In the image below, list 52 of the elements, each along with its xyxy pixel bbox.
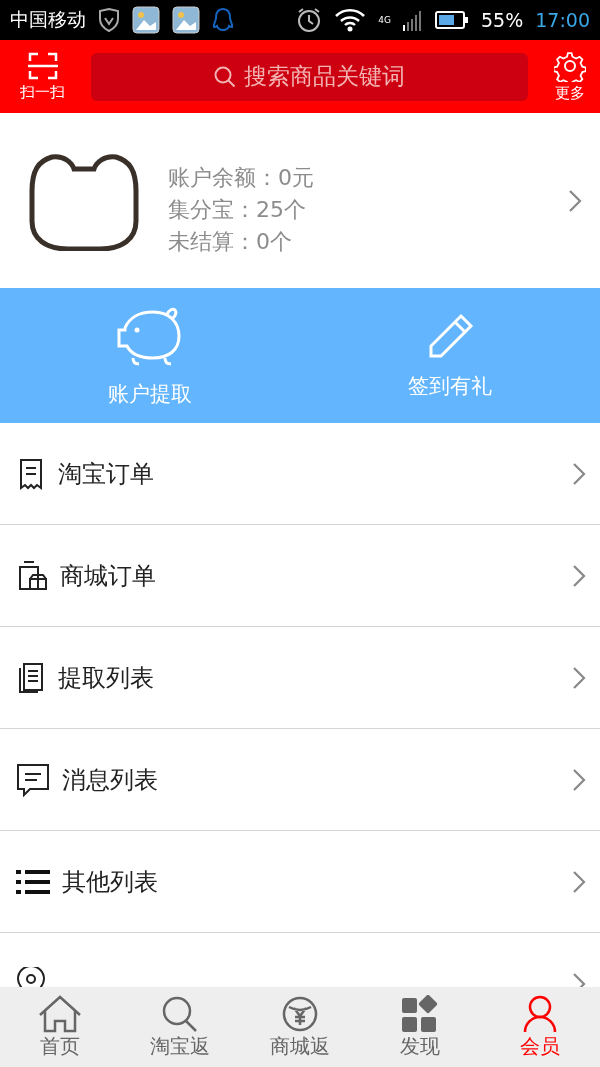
menu-label: 提取列表	[58, 662, 155, 694]
menu-item[interactable]: 商城订单	[0, 525, 600, 627]
chevron-right-icon	[572, 461, 586, 486]
search-field[interactable]: 搜索商品关键词	[91, 52, 528, 101]
search-icon	[214, 65, 236, 88]
menu-label: 其他列表	[62, 866, 159, 898]
document-list-icon	[16, 661, 46, 694]
nav-tab[interactable]: 首页	[0, 987, 120, 1067]
menu-item[interactable]: 提取列表	[0, 627, 600, 729]
menu-label: 淘宝订单	[58, 458, 155, 490]
menu-item[interactable]: 消息列表	[0, 729, 600, 831]
account-stat: 账户余额：0元	[168, 163, 315, 192]
menu-label: 商城订单	[60, 560, 157, 592]
chevron-right-icon	[572, 665, 586, 690]
nav-tab[interactable]: 商城返	[240, 987, 360, 1067]
network-type: 4G	[378, 15, 391, 25]
chevron-right-icon	[572, 869, 586, 894]
alarm-clock-icon	[296, 7, 323, 33]
chevron-right-icon	[568, 188, 582, 213]
shop-icon	[16, 558, 48, 593]
search-icon	[161, 994, 199, 1033]
grid-icon	[401, 994, 439, 1033]
list-icon	[16, 868, 50, 895]
more-button[interactable]: 更多	[554, 50, 586, 103]
scan-button[interactable]: 扫一扫	[20, 51, 65, 102]
menu-label: 消息列表	[62, 764, 159, 796]
signal-icon	[403, 9, 423, 31]
gallery-app-icon	[172, 6, 200, 34]
person-icon	[522, 994, 558, 1033]
nav-tab[interactable]: 发现	[360, 987, 480, 1067]
penguin-icon	[212, 7, 234, 33]
chevron-right-icon	[572, 767, 586, 792]
nav-tab[interactable]: 会员	[480, 987, 600, 1067]
gallery-app-icon	[132, 6, 160, 34]
battery-icon	[435, 10, 469, 30]
profile-card[interactable]: 账户余额：0元 集分宝：25个 未结算：0个	[0, 113, 600, 288]
account-stat: 未结算：0个	[168, 227, 293, 256]
shield-icon	[98, 8, 120, 32]
home-icon	[38, 994, 82, 1033]
menu-item[interactable]: 淘宝订单	[0, 423, 600, 525]
settings-icon	[554, 50, 586, 82]
nav-tab[interactable]: 淘宝返	[120, 987, 240, 1067]
clock-time: 17:00	[535, 9, 590, 31]
account-stat: 集分宝：25个	[168, 195, 307, 224]
battery-level: 55%	[481, 9, 524, 31]
menu-item[interactable]: 其他列表	[0, 831, 600, 933]
yen-coin-icon	[281, 994, 319, 1033]
message-icon	[16, 762, 50, 797]
carrier-name: 中国移动	[10, 7, 86, 32]
chevron-right-icon	[572, 563, 586, 588]
scan-icon	[26, 51, 59, 81]
wifi-icon	[334, 8, 367, 32]
